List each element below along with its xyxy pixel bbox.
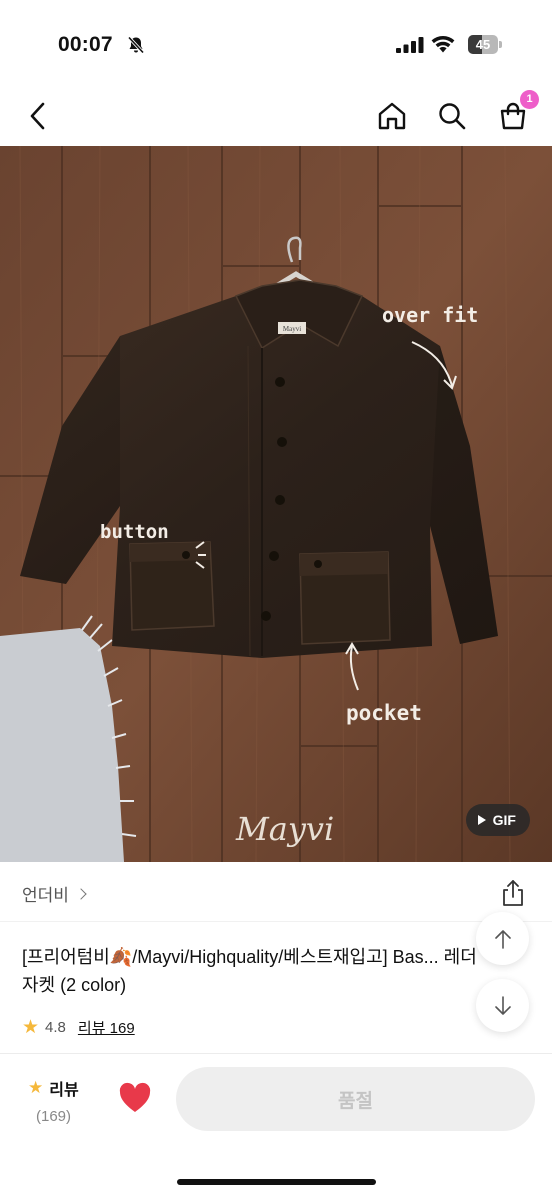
search-button[interactable]	[432, 96, 472, 136]
cart-badge: 1	[520, 90, 539, 109]
home-button[interactable]	[372, 96, 412, 136]
share-icon[interactable]	[498, 878, 528, 908]
search-icon	[439, 103, 466, 130]
bottom-action-bar: ★ 리뷰 (169) 품절	[0, 1053, 552, 1200]
brand-name: 언더비	[22, 886, 69, 905]
annotation-pocket: pocket	[346, 701, 422, 725]
cellular-signal-icon	[396, 37, 424, 53]
scroll-up-button[interactable]	[476, 912, 529, 965]
chevron-left-icon	[30, 102, 45, 130]
brand-link[interactable]: 언더비	[22, 881, 87, 906]
brand-row: 언더비	[0, 862, 552, 922]
star-icon: ★	[28, 1078, 44, 1097]
chevron-right-icon	[75, 888, 87, 900]
review-label: 리뷰	[49, 1082, 79, 1099]
battery-level: 45	[475, 37, 491, 52]
home-icon	[378, 102, 406, 130]
heart-icon[interactable]	[118, 1082, 152, 1114]
arrow-up-icon	[494, 929, 511, 949]
star-icon: ★	[22, 1016, 40, 1038]
battery-icon: 45	[468, 35, 502, 54]
play-icon	[477, 815, 486, 825]
rating-row: ★ 4.8 리뷰 169	[22, 1016, 135, 1038]
tag-text: Mayvi	[283, 325, 301, 333]
gif-label: GIF	[492, 812, 516, 828]
annotation-button: button	[100, 521, 169, 543]
review-summary[interactable]: ★ 리뷰 (169)	[28, 1076, 88, 1125]
product-photo: Mayvi over fit button pocket Mayvi	[0, 146, 552, 862]
scroll-down-button[interactable]	[476, 979, 529, 1032]
home-indicator	[177, 1179, 376, 1185]
rating-value: 4.8	[45, 1018, 66, 1036]
wifi-icon	[431, 36, 455, 53]
status-bar: 00:07 45	[0, 0, 552, 88]
nav-bar: 1	[0, 88, 552, 146]
cart-button[interactable]: 1	[493, 90, 539, 136]
soldout-button: 품절	[176, 1067, 535, 1131]
review-count: (169)	[36, 1108, 72, 1125]
status-time: 00:07	[58, 33, 113, 56]
arrow-down-icon	[494, 995, 511, 1015]
review-link[interactable]: 리뷰 169	[78, 1017, 135, 1038]
brand-signature: Mayvi	[235, 810, 334, 848]
product-image[interactable]: Mayvi over fit button pocket Mayvi GIF	[0, 146, 552, 862]
product-title: [프리어텀비🍂/Mayvi/Highquality/베스트재입고] Bas...…	[22, 947, 477, 995]
bell-slash-icon	[127, 36, 145, 54]
back-button[interactable]	[18, 96, 58, 136]
gif-button[interactable]: GIF	[465, 804, 530, 836]
annotation-over-fit: over fit	[382, 303, 478, 327]
